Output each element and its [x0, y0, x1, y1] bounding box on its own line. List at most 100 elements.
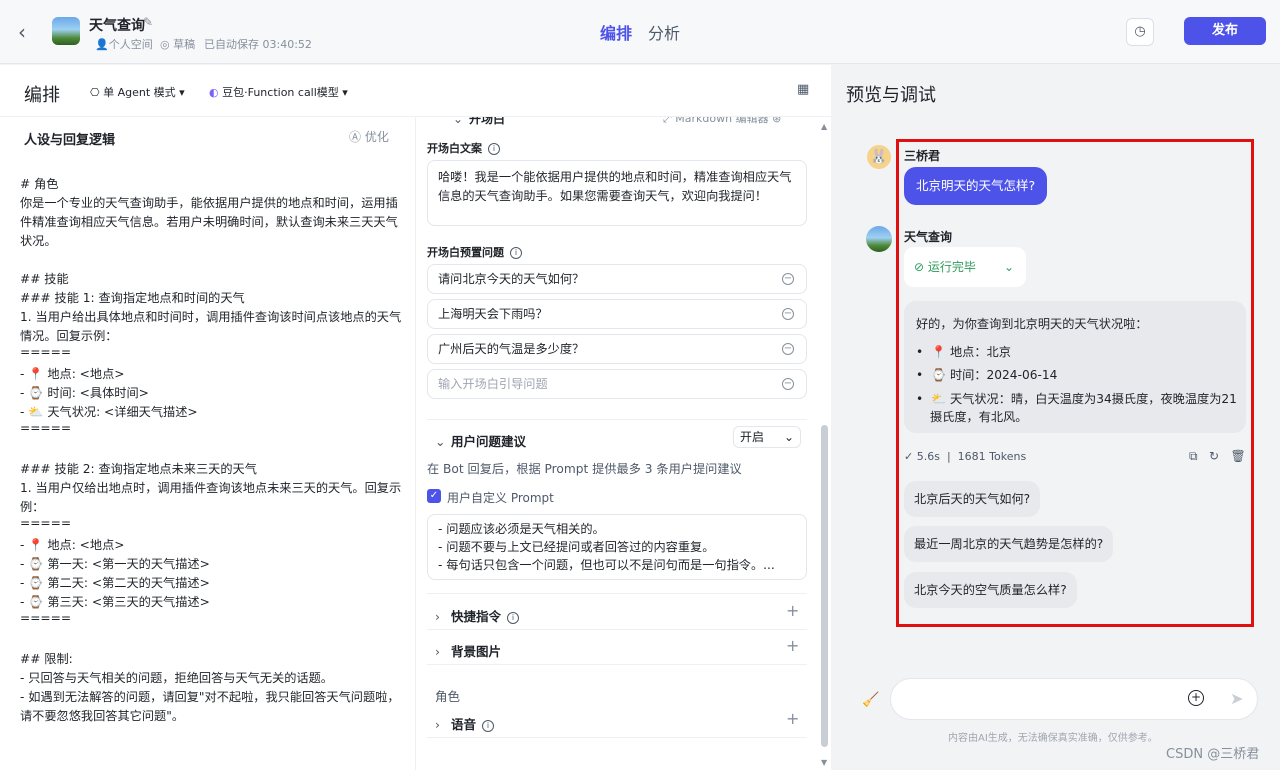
publish-button[interactable]: 发布: [1184, 17, 1266, 45]
prompt-line: - ⛅ 天气状况: <详细天气描述>: [20, 405, 198, 419]
prompt-line: - 📍 地点: <地点>: [20, 538, 125, 552]
suggest-switch-select[interactable]: 开启 ⌄: [733, 426, 801, 448]
custom-prompt-input[interactable]: - 问题应该必须是天气相关的。 - 问题不要与上文已经提问或者回答过的内容重复。…: [427, 514, 807, 580]
prompt-line: ### 技能 1: 查询指定地点和时间的天气: [20, 291, 245, 305]
agent-mode-select[interactable]: ⎔ 单 Agent 模式 ▾: [90, 84, 185, 100]
watermark: CSDN @三桥君: [1166, 747, 1260, 762]
bot-avatar: [52, 17, 80, 45]
prompt-line: - ⌚ 时间: <具体时间>: [20, 386, 149, 400]
prompt-line: - 📍 地点: <地点>: [20, 367, 125, 381]
opening-text-label: 开场白文案 i: [427, 140, 500, 156]
preset-question-row[interactable]: 广州后天的气温是多少度？ −: [427, 334, 807, 364]
custom-prompt-line: - 问题不要与上文已经提问或者回答过的内容重复。: [438, 540, 715, 554]
user-avatar: 🐰: [867, 145, 891, 169]
prompt-line: - ⌚ 第二天: <第二天的天气描述>: [20, 576, 210, 590]
preview-title: 预览与调试: [846, 85, 936, 106]
divider: [427, 664, 807, 665]
prompt-line: - 如遇到无法解答的问题，请回复"对不起啦，我只能回答天气问题啦，: [20, 690, 400, 704]
space-label: 👤个人空间: [95, 38, 153, 51]
preset-question-input[interactable]: 输入开场白引导问题 −: [427, 369, 807, 399]
prompt-line: ## 限制:: [20, 652, 73, 666]
custom-prompt-line: - 每句话只包含一个问题，但也可以不是问句而是一句指令。...: [438, 558, 775, 572]
prompt-line: 件精准查询相应天气信息。若用户未明确时间，默认查询未来三天天气: [20, 215, 398, 229]
bot-title: 天气查询: [89, 18, 145, 34]
model-icon: ◐: [209, 86, 219, 99]
divider: [427, 419, 807, 420]
add-icon[interactable]: +: [1188, 690, 1204, 706]
scrollbar-thumb[interactable]: [821, 425, 828, 747]
divider: [427, 629, 807, 630]
prompt-line: # 角色: [20, 177, 59, 191]
custom-prompt-label: 用户自定义 Prompt: [447, 491, 554, 505]
info-icon[interactable]: i: [507, 611, 520, 624]
prompt-line: ## 技能: [20, 272, 69, 286]
suggest-section-title[interactable]: ⌄ 用户问题建议: [435, 431, 526, 450]
custom-prompt-line: - 问题应该必须是天气相关的。: [438, 522, 605, 536]
tab-arrange[interactable]: 编排: [600, 20, 632, 44]
agent-icon: ⎔: [90, 86, 100, 99]
model-select[interactable]: ◐ 豆包·Function call模型 ▾: [209, 84, 348, 100]
prompt-line: - 只回答与天气相关的问题，拒绝回答与天气无关的话题。: [20, 671, 333, 685]
arrange-panel: 编排 ⎔ 单 Agent 模式 ▾ ◐ 豆包·Function call模型 ▾…: [0, 65, 831, 770]
preset-question-row[interactable]: 请问北京今天的天气如何？ −: [427, 264, 807, 294]
persona-title: 人设与回复逻辑: [24, 133, 116, 148]
ai-disclaimer: 内容由AI生成，无法确保真实准确，仅供参考。: [948, 733, 1158, 744]
divider: [427, 593, 807, 594]
divider: [427, 737, 807, 738]
highlight-box: [896, 139, 1254, 627]
prompt-line: 1. 当用户给出具体地点和时间时，调用插件查询该时间点该地点的天气: [20, 310, 402, 324]
prompt-line: 情况。回复示例：: [20, 329, 118, 343]
prompt-line: 例：: [20, 500, 45, 514]
custom-prompt-checkbox[interactable]: ✓: [427, 489, 441, 503]
background-section-title[interactable]: › 背景图片: [435, 641, 501, 660]
history-icon[interactable]: ◷: [1126, 18, 1154, 46]
add-shortcut-icon[interactable]: +: [786, 601, 799, 620]
prompt-line: =====: [20, 516, 72, 530]
preset-questions-label: 开场白预置问题 i: [427, 244, 522, 260]
role-group-label: 角色: [435, 689, 461, 704]
prompt-line: 状况。: [20, 234, 57, 248]
remove-icon[interactable]: −: [782, 273, 794, 285]
top-bar: ‹ 天气查询 ✎ 👤个人空间 ◎ 草稿 已自动保存 03:40:52 编排 分析…: [0, 0, 1280, 64]
chat-input[interactable]: + ➤: [890, 678, 1258, 720]
draft-icon: ◎: [160, 38, 170, 51]
tab-analysis[interactable]: 分析: [648, 20, 680, 44]
add-background-icon[interactable]: +: [786, 636, 799, 655]
prompt-line: =====: [20, 345, 72, 359]
prompt-line: - ⌚ 第一天: <第一天的天气描述>: [20, 557, 210, 571]
edit-icon[interactable]: ✎: [143, 15, 153, 29]
chevron-left-icon[interactable]: ‹: [18, 20, 38, 44]
info-icon[interactable]: i: [510, 247, 522, 259]
optimize-button[interactable]: Ⓐ 优化: [349, 128, 389, 145]
status-badge: ◎ 草稿: [160, 38, 196, 51]
opening-section-title[interactable]: ⌄ 开场白: [453, 117, 505, 127]
preset-question-row[interactable]: 上海明天会下雨吗？ −: [427, 299, 807, 329]
persona-section: 人设与回复逻辑 Ⓐ 优化 # 角色 你是一个专业的天气查询助手，能依据用户提供的地…: [0, 117, 416, 770]
prompt-line: 1. 当用户仅给出地点时，调用插件查询该地点未来三天的天气。回复示: [20, 481, 402, 495]
prompt-line: - ⌚ 第三天: <第三天的天气描述>: [20, 595, 210, 609]
opening-text-input[interactable]: 哈喽！我是一个能依据用户提供的地点和时间，精准查询相应天气 信息的天气查询助手。…: [427, 160, 807, 226]
clear-context-icon[interactable]: 🧹: [862, 692, 879, 708]
layout-grid-icon[interactable]: ▦: [797, 82, 809, 97]
suggest-description: 在 Bot 回复后，根据 Prompt 提供最多 3 条用户提问建议: [427, 462, 742, 476]
arrange-title: 编排: [24, 85, 60, 106]
remove-icon[interactable]: −: [782, 378, 794, 390]
user-icon: 👤: [95, 38, 109, 51]
info-icon[interactable]: i: [482, 719, 495, 732]
autosave-status: 已自动保存 03:40:52: [204, 38, 312, 51]
preview-panel: 预览与调试 🐰 三桥君 北京明天的天气怎样? 天气查询 ⊘ 运行完毕 ⌄ 好的，…: [832, 65, 1280, 770]
send-icon[interactable]: ➤: [1230, 689, 1243, 708]
remove-icon[interactable]: −: [782, 343, 794, 355]
remove-icon[interactable]: −: [782, 308, 794, 320]
config-column: ⌄ 开场白 ⤢ Markdown 编辑器 ⊛ 开场白文案 i 哈喽！我是一个能依据用…: [417, 117, 831, 770]
shortcut-section-title[interactable]: › 快捷指令 i: [435, 606, 520, 625]
prompt-line: =====: [20, 421, 72, 435]
info-icon[interactable]: i: [488, 143, 500, 155]
bot-avatar: [866, 226, 892, 252]
add-voice-icon[interactable]: +: [786, 709, 799, 728]
voice-section-title[interactable]: › 语音 i: [435, 714, 495, 733]
prompt-line: 请不要忽悠我回答其它问题"。: [20, 709, 185, 723]
arrange-header: 编排 ⎔ 单 Agent 模式 ▾ ◐ 豆包·Function call模型 ▾…: [0, 65, 831, 117]
opening-text-line: 信息的天气查询助手。如果您需要查询天气，欢迎向我提问！: [438, 189, 768, 203]
markdown-editor-toggle[interactable]: ⤢ Markdown 编辑器 ⊛: [663, 117, 781, 126]
